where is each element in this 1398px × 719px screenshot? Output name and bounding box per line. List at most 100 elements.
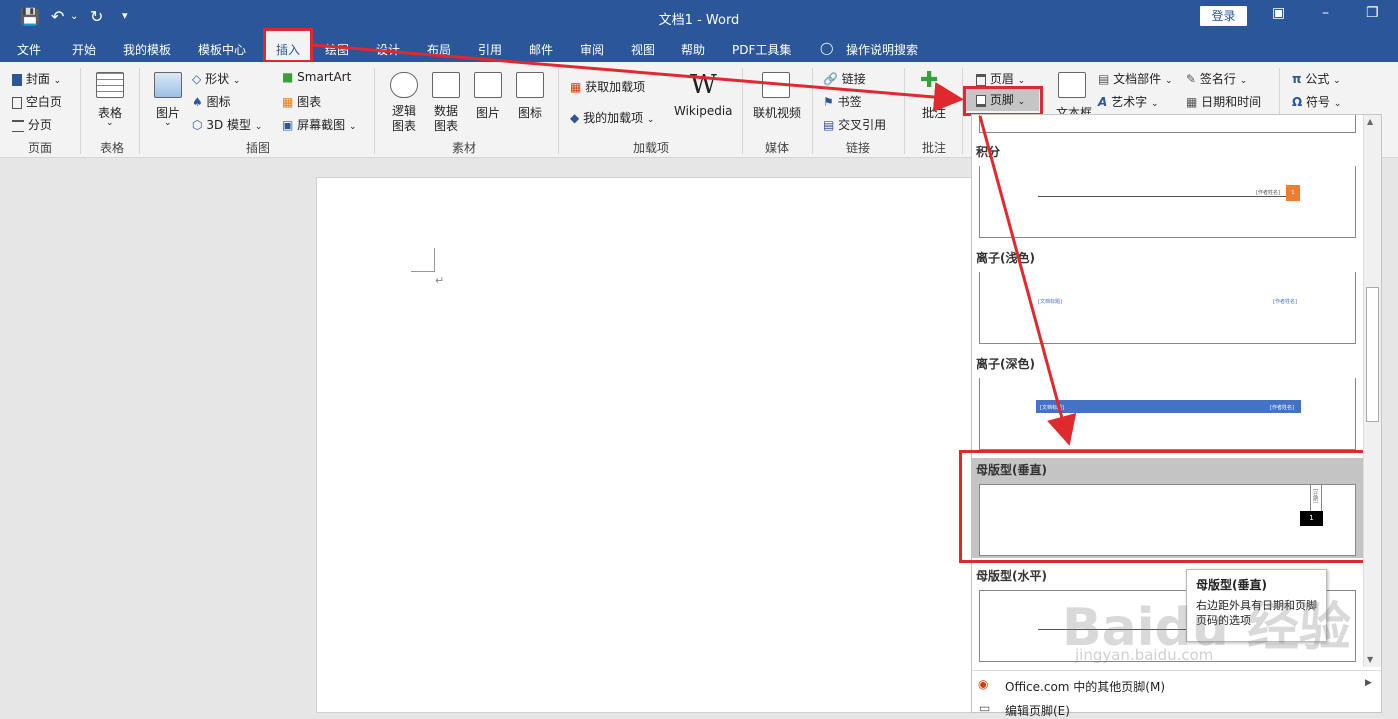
highlight-insert-tab xyxy=(263,28,313,63)
ribbon-separator xyxy=(139,68,140,154)
tab-my-templates[interactable]: 我的模板 xyxy=(123,41,171,58)
icons-button[interactable]: ♠ 图标 xyxy=(192,93,231,110)
paragraph-mark-icon: ↵ xyxy=(435,274,445,287)
quick-parts-button[interactable]: ▤ 文档部件 ⌄ xyxy=(1098,70,1173,87)
chart-label: 图表 xyxy=(297,95,322,109)
data-chart-button[interactable]: 数据 图表 xyxy=(434,104,458,134)
signature-line-button[interactable]: ✎ 签名行 ⌄ xyxy=(1186,70,1247,87)
tab-mailings[interactable]: 邮件 xyxy=(529,41,553,58)
screenshot-label: 屏幕截图 xyxy=(297,118,346,132)
login-button[interactable]: 登录 xyxy=(1200,6,1247,26)
scroll-up-icon[interactable]: ▲ xyxy=(1367,117,1373,126)
tab-pdf-tools[interactable]: PDF工具集 xyxy=(732,41,791,58)
link-icon: 🔗 xyxy=(823,72,838,86)
thumbnail-previous[interactable] xyxy=(979,115,1356,133)
data-chart-label-1: 数据 xyxy=(434,104,459,118)
chevron-down-icon: ⌄ xyxy=(1239,76,1248,86)
document-page[interactable]: ↵ xyxy=(316,177,976,713)
blank-page-button[interactable]: 空白页 xyxy=(12,93,62,110)
online-video-button[interactable]: 联机视频 xyxy=(753,104,801,121)
menu-divider xyxy=(972,670,1381,671)
ribbon-display-icon[interactable]: ▣ xyxy=(1272,5,1285,21)
comment-button[interactable]: 批注 xyxy=(922,104,946,121)
tab-draw[interactable]: 绘图 xyxy=(325,41,349,58)
blank-page-label: 空白页 xyxy=(25,95,62,109)
header-button[interactable]: 页眉 ⌄ xyxy=(976,70,1025,87)
tab-references[interactable]: 引用 xyxy=(478,41,502,58)
chevron-down-icon: ⌄ xyxy=(1333,76,1341,86)
ribbon-separator xyxy=(904,68,905,154)
more-footers-menu-item[interactable]: Office.com 中的其他页脚(M) xyxy=(1005,678,1165,695)
group-addins-label: 加载项 xyxy=(632,141,669,155)
footer-thumbnail-ion-dark[interactable]: [文档标题] [作者姓名] xyxy=(979,378,1356,450)
date-time-button[interactable]: ▦ 日期和时间 xyxy=(1186,93,1261,110)
highlight-footer-button xyxy=(963,86,1043,116)
gallery-scrollbar[interactable]: ▲ ▼ xyxy=(1363,115,1381,667)
minimize-icon[interactable]: – xyxy=(1322,5,1329,21)
chevron-down-icon: ⌄ xyxy=(106,118,114,128)
logic-chart-button[interactable]: 逻辑 图表 xyxy=(392,104,416,134)
tab-view[interactable]: 视图 xyxy=(631,41,655,58)
data-chart-label-2: 图表 xyxy=(434,119,459,133)
group-pages-label: 页面 xyxy=(27,141,52,155)
thumb-author-text: [作者姓名] xyxy=(1256,190,1280,196)
wordart-button[interactable]: A 艺术字 ⌄ xyxy=(1098,93,1159,110)
symbol-button[interactable]: Ω 符号 ⌄ xyxy=(1292,93,1341,110)
screenshot-button[interactable]: ▣ 屏幕截图 ⌄ xyxy=(282,116,357,133)
tab-home[interactable]: 开始 xyxy=(72,41,96,58)
symbol-label: 符号 xyxy=(1306,95,1331,109)
group-media-label: 媒体 xyxy=(764,141,789,155)
page-break-button[interactable]: 分页 xyxy=(12,116,52,133)
my-addins-button[interactable]: ◆ 我的加载项 ⌄ xyxy=(570,109,654,126)
logic-chart-icon xyxy=(390,72,418,98)
window-title: 文档1 - Word xyxy=(658,13,740,28)
link-button[interactable]: 🔗 链接 xyxy=(823,70,866,87)
thumb-color-band xyxy=(1036,400,1301,413)
tell-me-search[interactable]: 操作说明搜索 xyxy=(846,41,918,58)
pi-icon: π xyxy=(1292,72,1302,86)
tab-file[interactable]: 文件 xyxy=(17,41,41,58)
3d-model-button[interactable]: ⬡ 3D 模型 ⌄ xyxy=(192,116,262,133)
submenu-arrow-icon: ▶ xyxy=(1365,678,1372,688)
highlight-gallery-item xyxy=(959,450,1371,563)
tab-help[interactable]: 帮助 xyxy=(681,41,705,58)
gallery-item-label: 母版型(水平) xyxy=(976,569,1047,583)
chevron-down-icon: ⌄ xyxy=(1150,99,1159,109)
cross-reference-icon: ▤ xyxy=(823,118,835,132)
chart-icon: ▦ xyxy=(282,95,294,109)
cover-button[interactable]: 封面 ⌄ xyxy=(12,70,61,87)
thumb-title-text: [文档标题] xyxy=(1038,299,1062,305)
new-comment-icon: ✚ xyxy=(920,68,939,93)
addins-icon: ◆ xyxy=(570,111,580,125)
scroll-down-icon[interactable]: ▼ xyxy=(1367,655,1373,664)
smartart-button[interactable]: ■ SmartArt xyxy=(282,70,351,84)
scroll-thumb[interactable] xyxy=(1366,287,1379,422)
signature-line-label: 签名行 xyxy=(1199,72,1236,86)
office-icon: ◉ xyxy=(978,677,989,691)
thumb-rule-line xyxy=(1038,196,1288,197)
tab-template-center[interactable]: 模板中心 xyxy=(198,41,246,58)
shapes-button[interactable]: ◇ 形状 ⌄ xyxy=(192,70,240,87)
wordart-icon: A xyxy=(1098,95,1108,109)
equation-button[interactable]: π 公式 ⌄ xyxy=(1292,70,1341,87)
bookmark-button[interactable]: ⚑ 书签 xyxy=(823,93,862,110)
material-picture-button[interactable]: 图片 xyxy=(476,104,500,121)
get-addins-button[interactable]: ▦ 获取加载项 xyxy=(570,78,645,95)
tab-review[interactable]: 审阅 xyxy=(580,41,604,58)
cross-reference-button[interactable]: ▤ 交叉引用 xyxy=(823,116,886,133)
shapes-label: 形状 xyxy=(205,72,230,86)
tab-design[interactable]: 设计 xyxy=(376,41,400,58)
wikipedia-button[interactable]: Wikipedia xyxy=(674,104,733,118)
ribbon-separator xyxy=(742,68,743,154)
icons-icon: ♠ xyxy=(192,95,203,109)
footer-thumbnail-integral[interactable]: [作者姓名] 1 xyxy=(979,166,1356,238)
tab-layout[interactable]: 布局 xyxy=(427,41,451,58)
maximize-icon[interactable]: ❐ xyxy=(1366,5,1379,21)
chart-button[interactable]: ▦ 图表 xyxy=(282,93,321,110)
edit-footer-menu-item[interactable]: 编辑页脚(E) xyxy=(1005,702,1070,719)
footer-thumbnail-ion-light[interactable]: [文档标题] [作者姓名] xyxy=(979,272,1356,344)
material-icon-button[interactable]: 图标 xyxy=(518,104,542,121)
group-illustrations-label: 插图 xyxy=(245,141,270,155)
chevron-down-icon: ⌄ xyxy=(646,115,655,125)
blank-page-icon xyxy=(12,96,22,109)
